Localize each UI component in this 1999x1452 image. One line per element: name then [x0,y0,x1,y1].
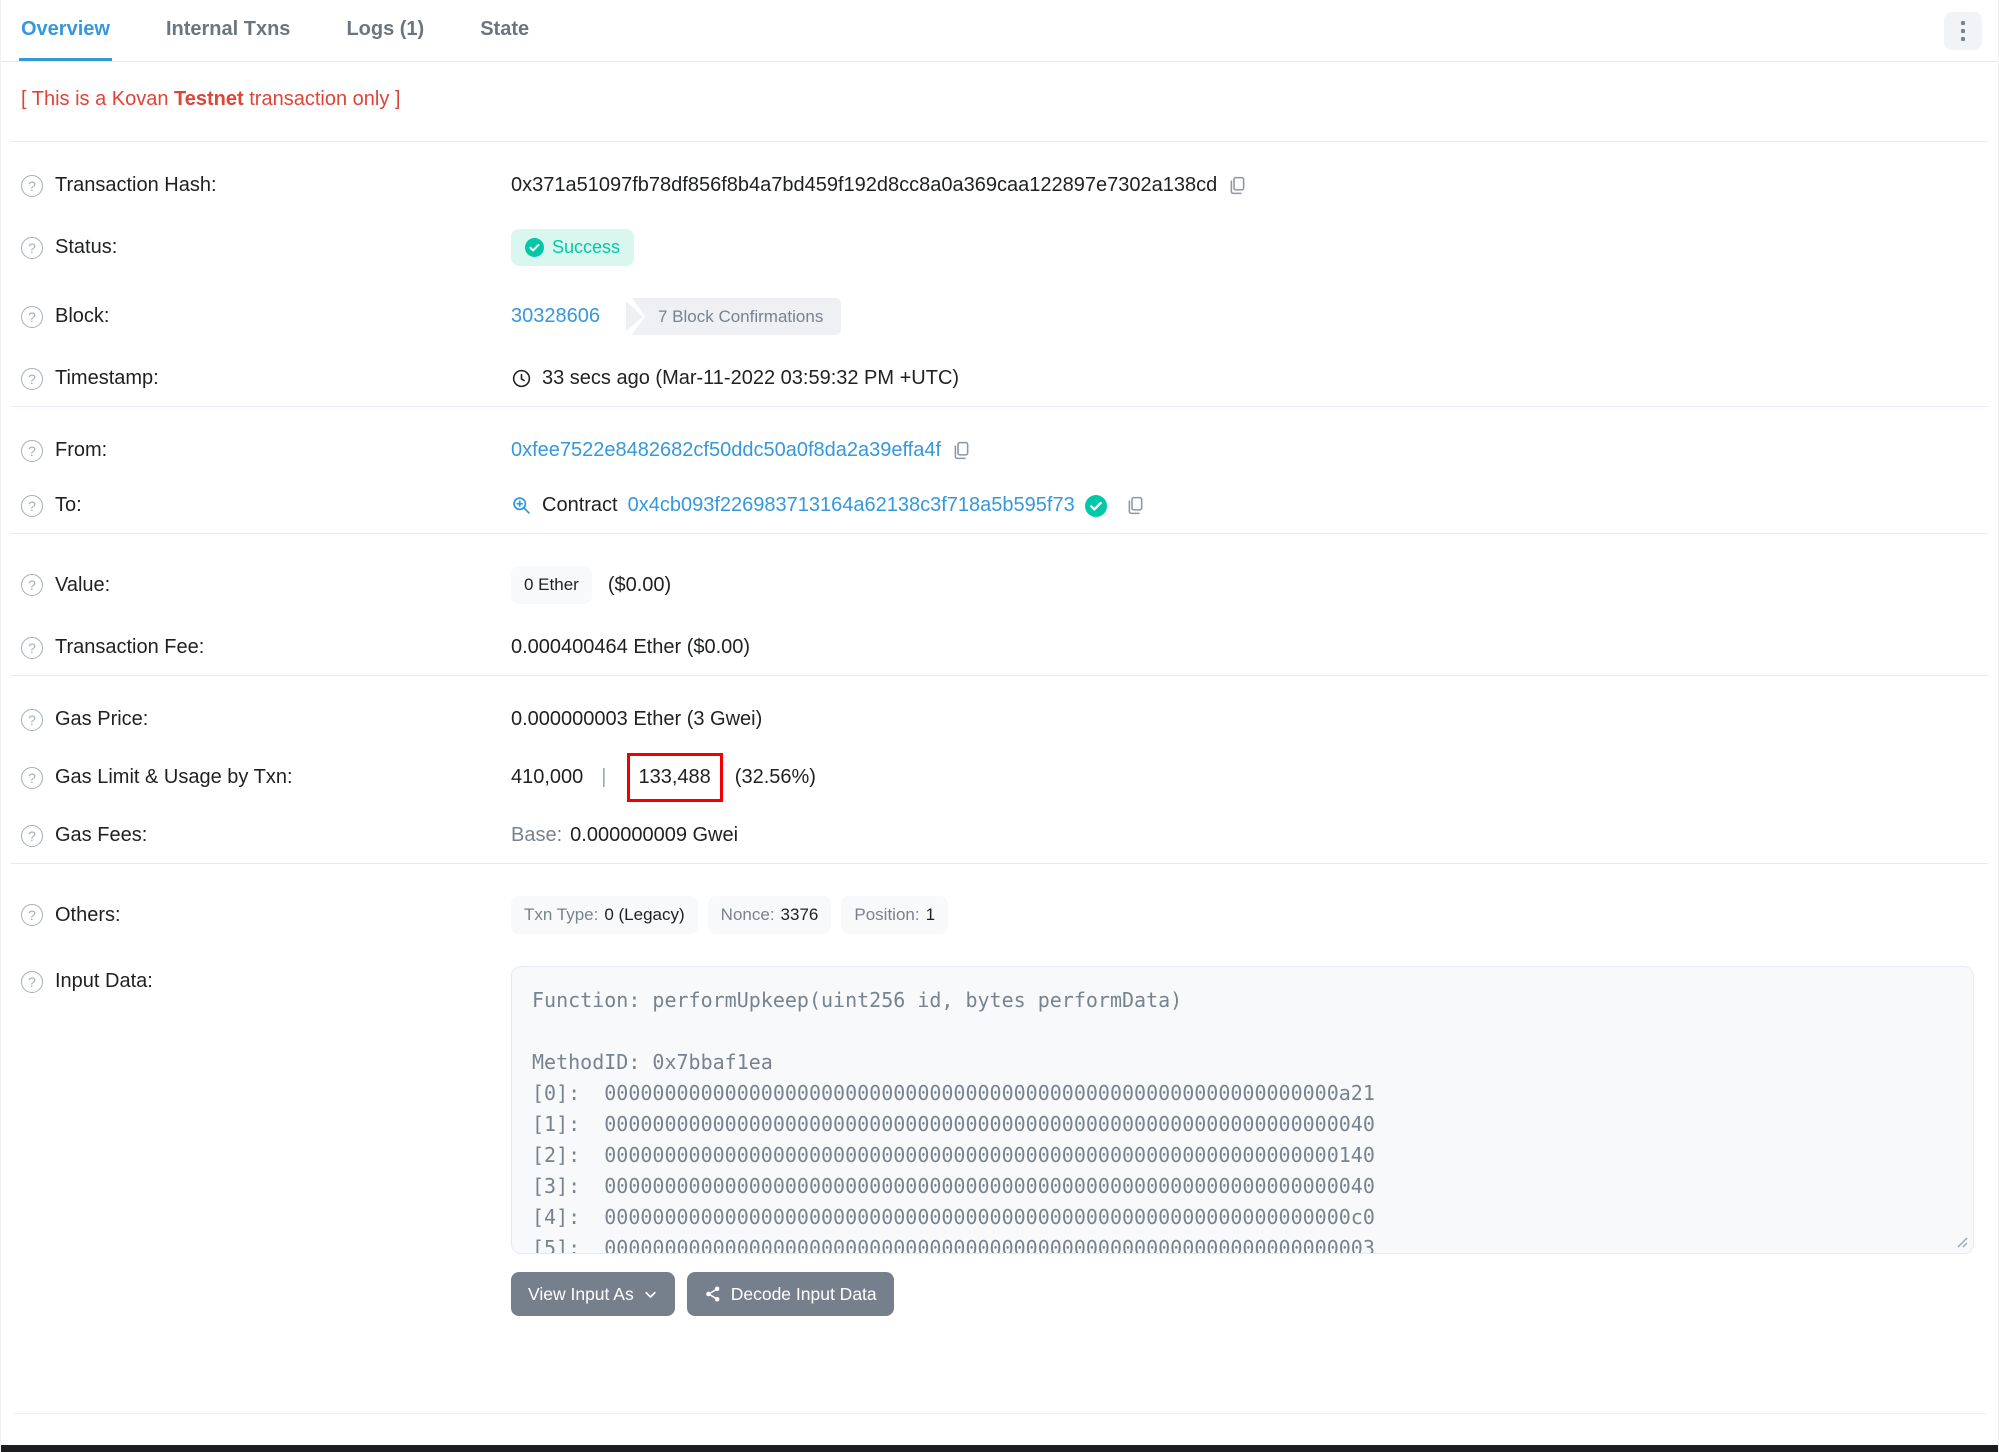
help-icon[interactable] [21,636,43,659]
transaction-hash-label: Transaction Hash: [55,174,217,196]
gas-limit-usage-label: Gas Limit & Usage by Txn: [55,766,293,788]
chevron-down-icon [645,1291,656,1298]
block-confirmations-text: 7 Block Confirmations [631,298,842,335]
gas-fees-base-label: Base: [511,824,563,846]
more-options-button[interactable] [1944,12,1982,50]
tab-bar: Overview Internal Txns Logs (1) State [1,0,1998,62]
help-icon[interactable] [21,574,43,596]
nonce-value: 3376 [780,905,819,924]
txn-type-value: 0 (Legacy) [604,905,685,924]
help-icon[interactable] [21,174,43,197]
help-icon[interactable] [21,439,43,462]
annotation-box: 133,488 [626,753,723,802]
status-label: Status: [55,236,118,258]
row-transaction-fee: Transaction Fee: 0.000400464 Ether ($0.0… [21,620,1974,675]
magnifier-plus-icon[interactable] [511,495,532,516]
verified-check-icon [1084,494,1107,517]
to-address-link[interactable]: 0x4cb093f226983713164a62138c3f718a5b595f… [628,494,1075,517]
copy-icon[interactable] [1125,495,1146,516]
decode-icon [705,1286,720,1302]
resize-handle-icon[interactable] [1954,1234,1968,1248]
gas-fees-base-value: 0.000000009 Gwei [570,824,739,846]
row-gas-fees: Gas Fees: Base: 0.000000009 Gwei [21,808,1974,863]
row-input-data: Input Data: Function: performUpkeep(uint… [21,950,1974,1332]
decode-input-data-label: Decode Input Data [730,1283,877,1304]
help-icon[interactable] [21,494,43,517]
block-label: Block: [55,305,110,327]
row-gas-limit-usage: Gas Limit & Usage by Txn: 410,000 | 133,… [21,747,1974,808]
input-data-text: Function: performUpkeep(uint256 id, byte… [532,988,1375,1254]
kebab-icon [1961,21,1965,25]
txn-type-badge: Txn Type: 0 (Legacy) [511,896,698,934]
check-circle-icon [525,238,544,257]
gas-price-value: 0.000000003 Ether (3 Gwei) [511,708,763,730]
txn-type-key: Txn Type: [524,905,599,924]
nonce-badge: Nonce: 3376 [707,896,832,934]
gas-used-value: 133,488 [638,766,711,788]
view-input-as-label: View Input As [528,1283,634,1304]
testnet-notice: [ This is a Kovan Testnet transaction on… [1,62,1998,141]
tab-logs[interactable]: Logs (1) [344,0,426,61]
block-number-link[interactable]: 30328606 [511,305,600,328]
value-usd: ($0.00) [607,573,672,596]
copy-icon[interactable] [951,440,972,461]
gas-price-label: Gas Price: [55,708,149,730]
block-confirmations-badge: 7 Block Confirmations [625,298,842,335]
tab-internal-txns[interactable]: Internal Txns [164,0,292,61]
decode-input-data-button[interactable]: Decode Input Data [686,1272,894,1316]
transaction-overview-page: Overview Internal Txns Logs (1) State [ … [0,0,1999,1452]
gas-limit-value: 410,000 [511,766,584,788]
testnet-notice-suffix: transaction only ] [243,88,401,110]
row-transaction-hash: Transaction Hash: 0x371a51097fb78df856f8… [21,158,1974,213]
row-block: Block: 30328606 7 Block Confirmations [21,282,1974,351]
position-badge: Position: 1 [841,896,949,934]
help-icon[interactable] [21,970,43,993]
tab-state[interactable]: State [478,0,531,61]
testnet-notice-prefix: [ This is a Kovan [21,88,175,110]
transaction-hash-value: 0x371a51097fb78df856f8b4a7bd459f192d8cc8… [511,174,1218,196]
help-icon[interactable] [21,236,43,259]
to-contract-prefix: Contract [542,494,618,516]
row-to: To: Contract 0x4cb093f226983713164a62138… [21,478,1974,533]
tab-overview[interactable]: Overview [19,0,112,61]
value-label: Value: [55,573,111,596]
nonce-key: Nonce: [720,905,775,924]
from-label: From: [55,439,108,461]
gas-used-percent: (32.56%) [734,766,816,788]
position-value: 1 [925,905,936,924]
input-data-textarea[interactable]: Function: performUpkeep(uint256 id, byte… [511,966,1974,1254]
status-badge: Success [511,229,635,266]
position-key: Position: [854,905,920,924]
row-value: Value: 0 Ether ($0.00) [21,550,1974,620]
gas-fees-label: Gas Fees: [55,824,148,846]
value-badge: 0 Ether [511,566,592,604]
help-icon[interactable] [21,305,43,328]
copy-icon[interactable] [1227,175,1248,196]
row-gas-price: Gas Price: 0.000000003 Ether (3 Gwei) [21,692,1974,747]
footer-edge [1,1445,1998,1452]
help-icon[interactable] [21,708,43,731]
pipe-separator: | [601,766,607,788]
help-icon[interactable] [21,904,43,926]
row-from: From: 0xfee7522e8482682cf50ddc50a0f8da2a… [21,423,1974,478]
timestamp-label: Timestamp: [55,367,159,389]
status-text: Success [552,237,621,257]
testnet-notice-bold: Testnet [174,88,244,110]
others-label: Others: [55,903,121,926]
help-icon[interactable] [21,367,43,390]
divider [13,1413,1986,1414]
clock-icon [512,369,531,388]
row-others: Others: Txn Type: 0 (Legacy) Nonce: 3376… [21,880,1974,950]
from-address-link[interactable]: 0xfee7522e8482682cf50ddc50a0f8da2a39effa… [511,439,941,462]
timestamp-value: 33 secs ago (Mar-11-2022 03:59:32 PM +UT… [542,367,960,389]
row-timestamp: Timestamp: 33 secs ago (Mar-11-2022 03:5… [21,351,1974,406]
help-icon[interactable] [21,766,43,789]
input-data-label: Input Data: [55,970,153,992]
row-status: Status: Success [21,213,1974,282]
transaction-fee-value: 0.000400464 Ether ($0.00) [511,636,751,658]
to-label: To: [55,494,82,516]
view-input-as-button[interactable]: View Input As [511,1272,675,1316]
help-icon[interactable] [21,824,43,847]
transaction-fee-label: Transaction Fee: [55,636,205,658]
